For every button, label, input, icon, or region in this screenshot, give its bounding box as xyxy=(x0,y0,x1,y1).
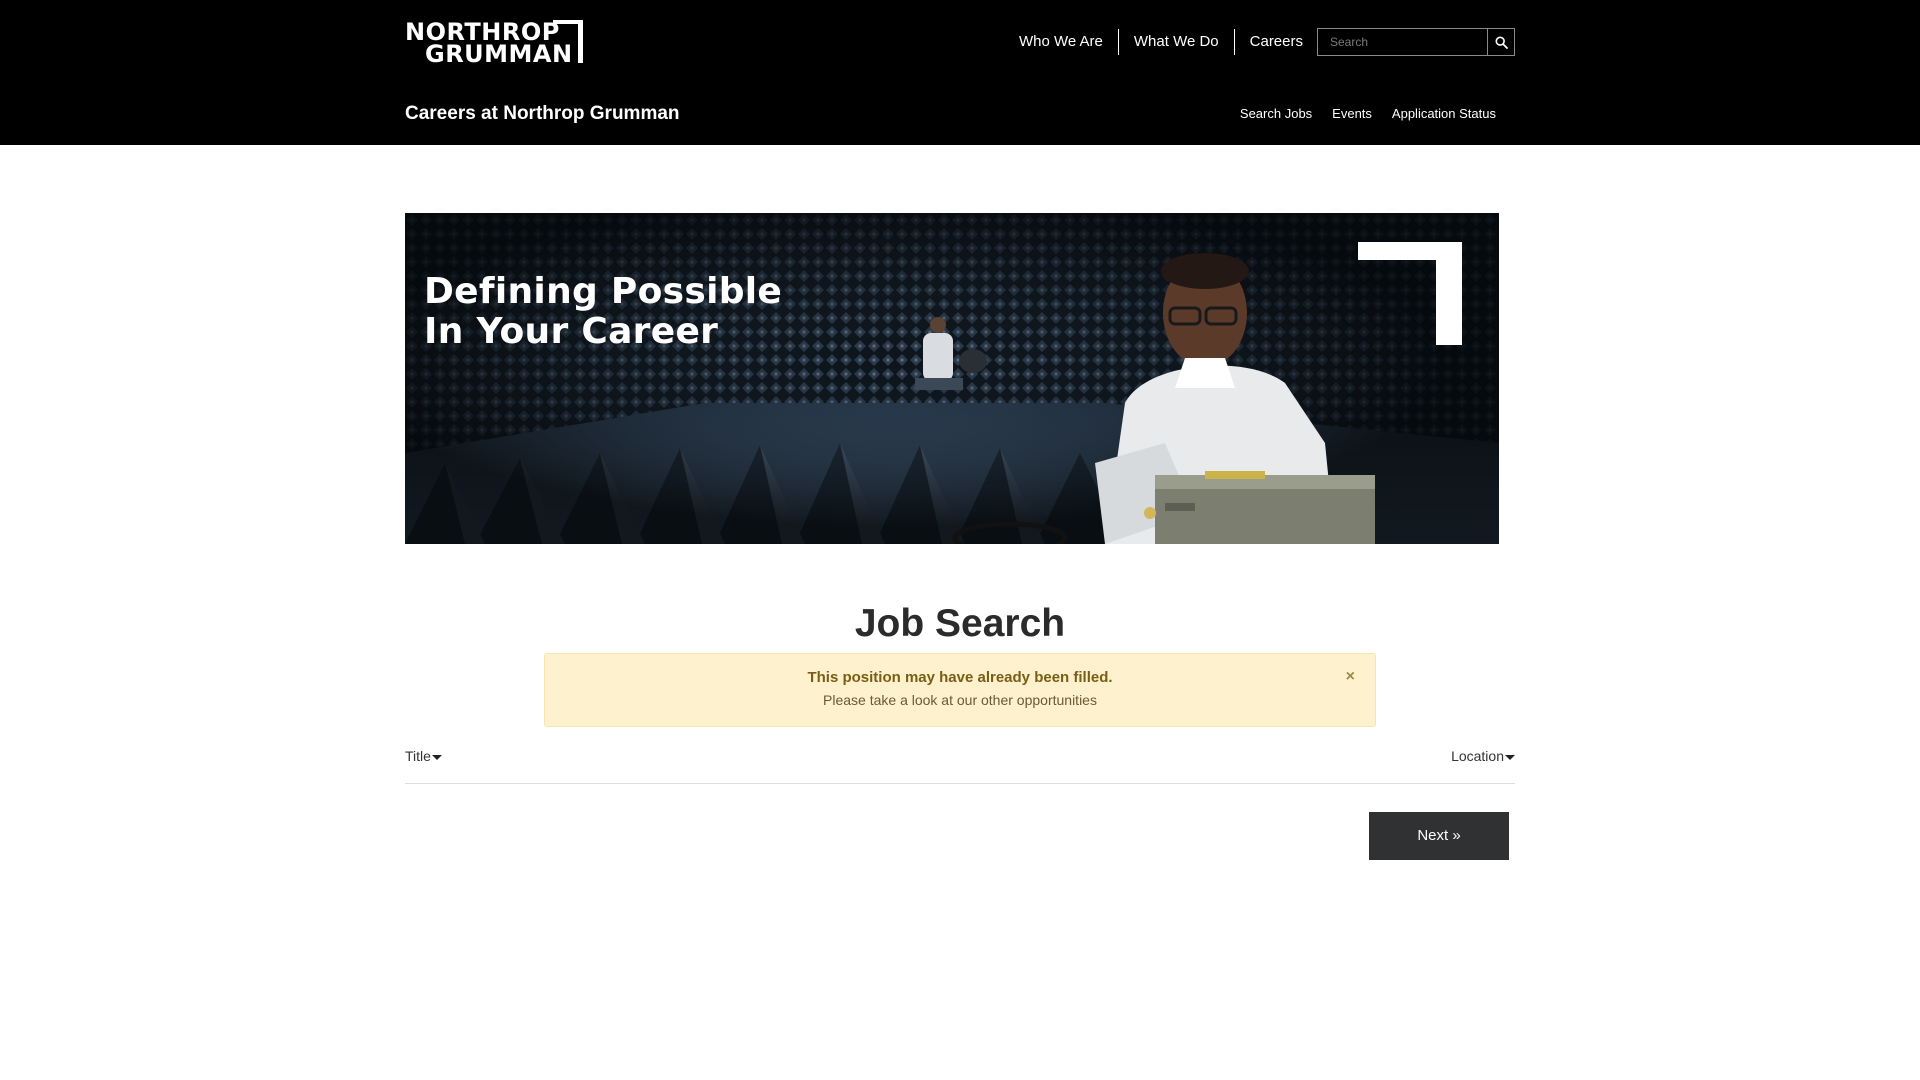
sort-by-title[interactable]: Title xyxy=(405,746,442,766)
search-button[interactable] xyxy=(1487,28,1515,56)
sub-nav-application-status[interactable]: Application Status xyxy=(1392,104,1496,124)
sub-nav-events[interactable]: Events xyxy=(1332,104,1372,124)
position-filled-alert: This position may have already been fill… xyxy=(544,653,1376,727)
caret-down-icon xyxy=(1505,755,1515,760)
search-icon xyxy=(1494,35,1508,49)
search-input[interactable] xyxy=(1317,28,1487,56)
caret-down-icon xyxy=(431,755,442,760)
hero-background-image xyxy=(405,213,1499,544)
logo-corner-mark xyxy=(553,20,583,63)
results-sort-header: Title Location xyxy=(405,744,1515,784)
site-header: NORTHROP GRUMMAN Who We Are What We Do C… xyxy=(0,0,1920,145)
sort-by-location[interactable]: Location xyxy=(1451,746,1515,766)
careers-sub-nav: Search Jobs Events Application Status xyxy=(1220,104,1496,124)
next-page-button[interactable]: Next » xyxy=(1369,812,1509,860)
close-icon[interactable]: × xyxy=(1346,668,1355,686)
sort-location-label: Location xyxy=(1451,748,1504,764)
nav-who-we-are[interactable]: Who We Are xyxy=(1004,28,1118,56)
hero-corner-mark xyxy=(1358,242,1462,345)
hero-headline: Defining Possible In Your Career xyxy=(424,272,782,352)
main-nav: Who We Are What We Do Careers xyxy=(1004,28,1318,56)
logo-line-2: GRUMMAN xyxy=(425,40,573,68)
hero-line-1: Defining Possible xyxy=(424,271,783,312)
hero-line-2: In Your Career xyxy=(424,311,719,352)
site-search xyxy=(1317,28,1515,56)
sub-nav-search-jobs[interactable]: Search Jobs xyxy=(1240,104,1312,124)
sort-title-label: Title xyxy=(405,748,431,764)
nav-careers[interactable]: Careers xyxy=(1235,28,1318,56)
northrop-grumman-logo[interactable]: NORTHROP GRUMMAN xyxy=(405,20,605,66)
hero-banner: Defining Possible In Your Career xyxy=(405,213,1499,544)
page-title: Job Search xyxy=(854,602,1066,645)
alert-title: This position may have already been fill… xyxy=(807,669,1113,686)
alert-message: Please take a look at our other opportun… xyxy=(823,692,1097,708)
nav-what-we-do[interactable]: What We Do xyxy=(1119,28,1234,56)
careers-title[interactable]: Careers at Northrop Grumman xyxy=(405,100,680,128)
